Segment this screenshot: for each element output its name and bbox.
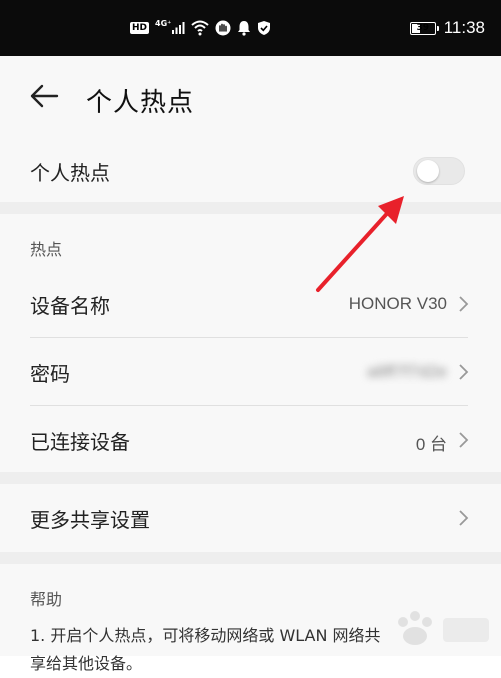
password-value: a8ff7f7d2e (366, 362, 447, 381)
page-title: 个人热点 (86, 88, 195, 118)
chevron-right-icon (459, 296, 469, 312)
section-gap (0, 552, 501, 564)
connected-devices-value: 0 台 (415, 435, 447, 454)
hotspot-toggle-label: 个人热点 (30, 161, 110, 185)
chevron-right-icon (459, 510, 469, 526)
section-gap (0, 472, 501, 484)
help-line-2: 享给其他设备。 (30, 654, 143, 673)
more-sharing-settings-row[interactable]: 更多共享设置 (0, 484, 501, 551)
app-header: 个人热点 (0, 56, 501, 138)
chevron-right-icon (459, 364, 469, 380)
help-text: 1. 开启个人热点，可将移动网络或 WLAN 网络共 享给其他设备。 (30, 622, 381, 678)
arrow-left-icon (30, 84, 59, 108)
more-sharing-section: 更多共享设置 (0, 484, 501, 552)
more-sharing-settings-label: 更多共享设置 (30, 508, 150, 532)
status-bar: HD 4G⁺ 39 11:38 (0, 0, 501, 56)
clock: 11:38 (443, 18, 485, 37)
help-line-1: 1. 开启个人热点，可将移动网络或 WLAN 网络共 (30, 626, 381, 645)
status-left-icons: HD 4G⁺ (130, 18, 271, 38)
help-header: 帮助 (30, 590, 63, 609)
password-row[interactable]: 密码 a8ff7f7d2e (0, 338, 501, 405)
annotation-arrow-icon (316, 196, 404, 292)
section-header-hotspot: 热点 (30, 240, 63, 259)
status-right-icons: 39 11:38 (409, 18, 485, 38)
notification-bell-icon (237, 20, 251, 36)
cellular-signal-icon: 4G⁺ (155, 19, 185, 35)
network-type-label: 4G⁺ (155, 19, 172, 28)
chevron-right-icon (459, 432, 469, 448)
connected-devices-label: 已连接设备 (30, 430, 130, 454)
device-name-label: 设备名称 (30, 294, 110, 318)
connected-devices-row[interactable]: 已连接设备 0 台 (0, 406, 501, 473)
shield-check-icon (257, 20, 271, 36)
hotspot-toggle-row[interactable]: 个人热点 (0, 138, 501, 202)
hd-icon: HD (130, 22, 150, 34)
device-name-row[interactable]: 设备名称 HONOR V30 (0, 270, 501, 337)
toggle-knob (417, 160, 439, 182)
wifi-hotspot-icon (191, 20, 210, 36)
hand-gesture-icon (215, 20, 231, 36)
battery-level-text: 39 (416, 22, 429, 33)
section-gap (0, 202, 501, 214)
watermark-logo-icon (398, 611, 489, 645)
password-label: 密码 (30, 362, 70, 386)
battery-icon: 39 (409, 21, 439, 35)
back-button[interactable] (26, 78, 62, 114)
hotspot-settings-section: 热点 设备名称 HONOR V30 密码 a8ff7f7d2e 已连接设备 0 … (0, 214, 501, 472)
hotspot-toggle-switch[interactable] (413, 157, 465, 185)
